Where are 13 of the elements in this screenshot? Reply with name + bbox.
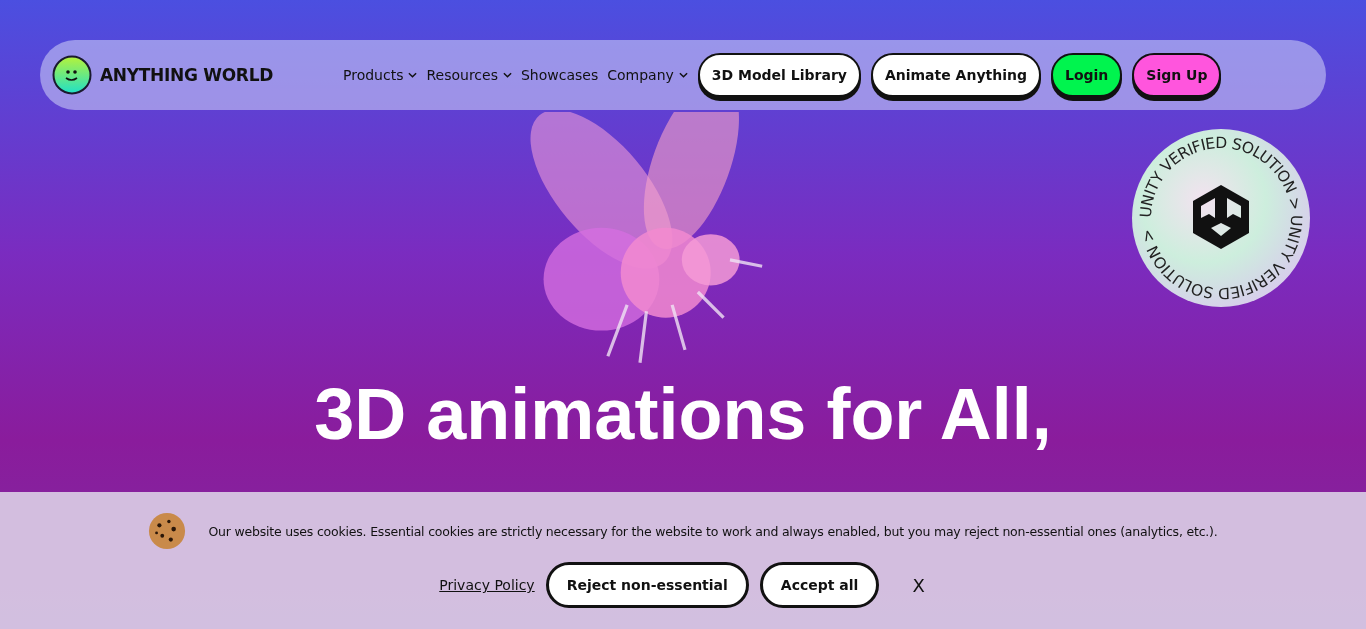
nav-menu-item[interactable]: Showcases bbox=[520, 67, 599, 83]
hero-headline: 3D animations for All, bbox=[314, 373, 1052, 456]
brand-name[interactable]: ANYTHING WORLD bbox=[100, 65, 273, 85]
nav-menu-item[interactable]: Resources bbox=[426, 67, 512, 83]
nav-menu-item[interactable]: Products bbox=[343, 67, 418, 83]
nav-menu-item[interactable]: Company bbox=[607, 67, 688, 83]
reject-button[interactable]: Reject non-essential bbox=[545, 562, 749, 608]
cookie-icon bbox=[148, 512, 187, 550]
globe-face-logo-icon[interactable] bbox=[52, 55, 92, 95]
cookie-message: Our website uses cookies. Essential cookies are strictly necessary for the website to work and always enabled, but you may reject non-essential ones (analytics, etc.). bbox=[208, 523, 1218, 539]
close-button[interactable]: X bbox=[908, 570, 929, 600]
privacy-policy-link[interactable]: Privacy Policy bbox=[439, 577, 535, 593]
accept-button[interactable]: Accept all bbox=[759, 562, 880, 608]
